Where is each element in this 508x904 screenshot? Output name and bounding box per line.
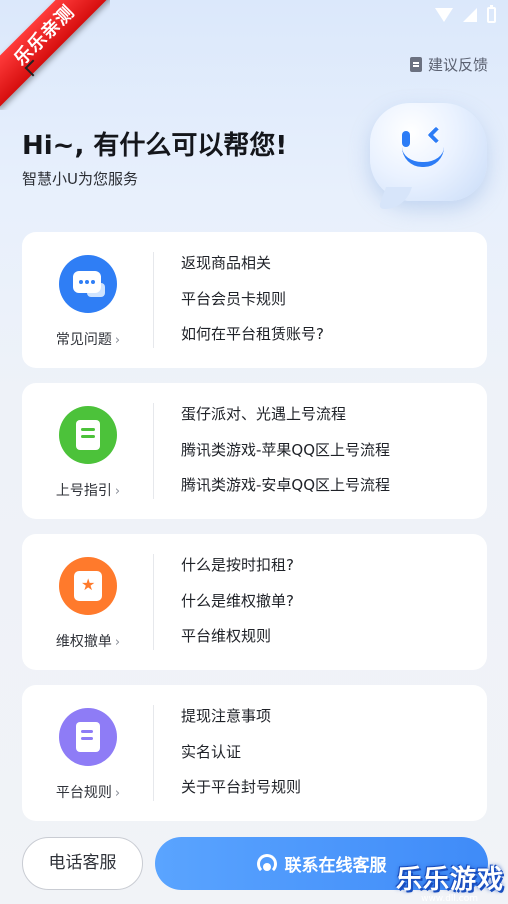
card-faq: 常见问题 › 返现商品相关 平台会员卡规则 如何在平台租赁账号? <box>22 232 487 368</box>
chevron-right-icon: › <box>114 484 121 499</box>
card-faq-items: 返现商品相关 平台会员卡规则 如何在平台租赁账号? <box>181 248 324 355</box>
signal-icon <box>463 8 477 22</box>
mascot-icon <box>370 103 487 201</box>
card-faq-label: 常见问题 › <box>22 329 154 349</box>
card-faq-label-text: 常见问题 <box>55 332 112 348</box>
ribbon-label: 乐乐亲测 <box>0 0 110 109</box>
battery-icon <box>487 5 496 23</box>
faq-item[interactable]: 如何在平台租赁账号? <box>181 319 324 355</box>
star-box-icon: ★ <box>59 557 117 615</box>
card-rights-items: 什么是按时扣租? 什么是维权撤单? 平台维权规则 <box>181 550 294 657</box>
feedback-doc-icon <box>409 57 422 72</box>
card-rules-category[interactable]: 平台规则 › <box>22 685 154 821</box>
rules-item[interactable]: 提现注意事项 <box>181 701 301 737</box>
status-icons <box>435 5 496 23</box>
chevron-right-icon: › <box>114 333 121 348</box>
card-rules-label-text: 平台规则 <box>55 785 112 801</box>
headset-icon <box>256 853 277 874</box>
card-rights-category[interactable]: ★ 维权撤单 › <box>22 534 154 670</box>
chat-bubble-front <box>73 271 101 293</box>
phone-support-button[interactable]: 电话客服 <box>22 837 143 890</box>
page-subtitle: 智慧小U为您服务 <box>22 170 138 188</box>
guide-item[interactable]: 腾讯类游戏-苹果QQ区上号流程 <box>181 435 390 471</box>
card-guide-label: 上号指引 › <box>22 480 154 500</box>
chevron-right-icon: › <box>114 635 121 650</box>
page-shape <box>76 722 100 752</box>
faq-item[interactable]: 返现商品相关 <box>181 248 324 284</box>
watermark-logo: 乐乐游戏 <box>395 865 504 895</box>
guide-book-icon <box>59 406 117 464</box>
rights-item[interactable]: 什么是按时扣租? <box>181 550 294 586</box>
card-rights-label-text: 维权撤单 <box>55 634 112 650</box>
chat-dots <box>79 280 83 284</box>
rules-item[interactable]: 实名认证 <box>181 737 301 773</box>
card-rules-items: 提现注意事项 实名认证 关于平台封号规则 <box>181 701 301 808</box>
rules-item[interactable]: 关于平台封号规则 <box>181 772 301 808</box>
guide-item[interactable]: 腾讯类游戏-安卓QQ区上号流程 <box>181 470 390 506</box>
card-guide-items: 蛋仔派对、光遇上号流程 腾讯类游戏-苹果QQ区上号流程 腾讯类游戏-安卓QQ区上… <box>181 399 390 506</box>
card-rules-label: 平台规则 › <box>22 782 154 802</box>
rights-item[interactable]: 平台维权规则 <box>181 621 294 657</box>
card-divider <box>153 705 154 801</box>
chat-icon <box>59 255 117 313</box>
card-rights: ★ 维权撤单 › 什么是按时扣租? 什么是维权撤单? 平台维权规则 <box>22 534 487 670</box>
card-guide-category[interactable]: 上号指引 › <box>22 383 154 519</box>
mascot-eye-right <box>427 126 445 144</box>
guide-item[interactable]: 蛋仔派对、光遇上号流程 <box>181 399 390 435</box>
page-title: Hi~, 有什么可以帮您! <box>22 131 288 161</box>
card-divider <box>153 403 154 499</box>
wifi-icon <box>435 8 453 22</box>
card-divider <box>153 554 154 650</box>
card-rights-label: 维权撤单 › <box>22 631 154 651</box>
book-shape <box>76 420 100 450</box>
mascot-eye-left <box>402 131 410 147</box>
corner-ribbon: 乐乐亲测 <box>0 0 110 110</box>
card-faq-category[interactable]: 常见问题 › <box>22 232 154 368</box>
rights-item[interactable]: 什么是维权撤单? <box>181 586 294 622</box>
mascot-mouth <box>402 147 444 167</box>
rules-document-icon <box>59 708 117 766</box>
page-lines <box>81 730 93 733</box>
card-divider <box>153 252 154 348</box>
feedback-label: 建议反馈 <box>427 56 488 74</box>
feedback-button[interactable]: 建议反馈 <box>409 54 488 75</box>
online-support-label: 联系在线客服 <box>284 856 387 876</box>
faq-item[interactable]: 平台会员卡规则 <box>181 284 324 320</box>
star-icon: ★ <box>81 575 96 594</box>
card-guide-label-text: 上号指引 <box>55 483 112 499</box>
watermark-url: www.dll.com <box>421 894 478 904</box>
card-guide: 上号指引 › 蛋仔派对、光遇上号流程 腾讯类游戏-苹果QQ区上号流程 腾讯类游戏-… <box>22 383 487 519</box>
card-rules: 平台规则 › 提现注意事项 实名认证 关于平台封号规则 <box>22 685 487 821</box>
chevron-right-icon: › <box>114 786 121 801</box>
book-lines <box>81 428 95 431</box>
